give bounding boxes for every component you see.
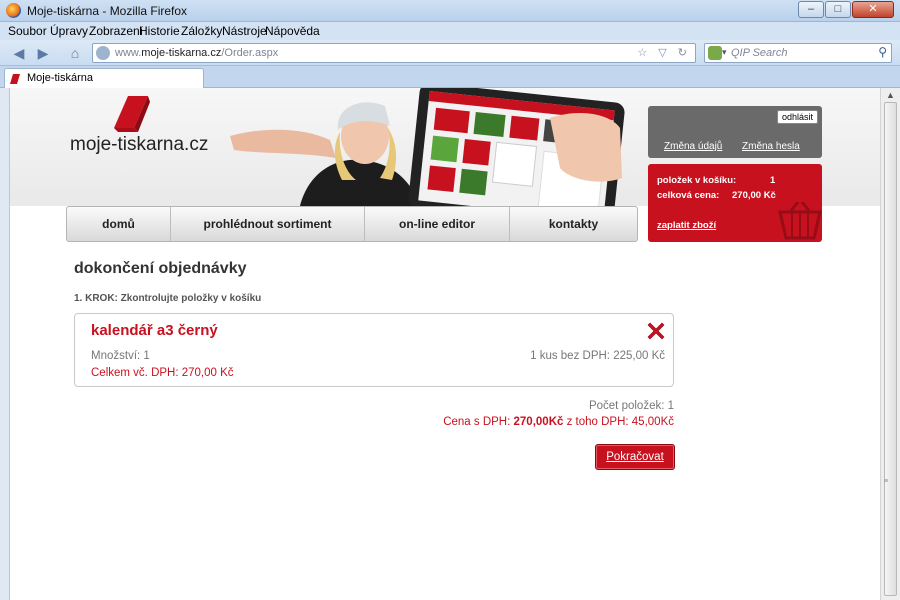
forward-arrow-icon[interactable]: ▶ — [32, 43, 54, 63]
site-favicon-icon — [10, 74, 20, 84]
tab-bar: Moje-tiskárna — [0, 66, 900, 88]
address-bar[interactable]: www.moje-tiskarna.cz/Order.aspx ☆ ▽ ↻ — [92, 43, 696, 63]
change-password-link[interactable]: Změna hesla — [742, 141, 800, 152]
summary-count: Počet položek: 1 — [588, 400, 674, 412]
nav-prohlednout-sortiment[interactable]: prohlédnout sortiment — [171, 207, 365, 241]
hero-banner-image — [230, 88, 625, 206]
logo-text[interactable]: moje-tiskarna.cz — [70, 134, 208, 156]
user-panel: odhlásit Změna údajů Změna hesla — [648, 106, 822, 158]
back-arrow-icon[interactable]: ◀ — [8, 43, 30, 63]
nav-kontakty[interactable]: kontakty — [510, 207, 637, 241]
menu-zobrazeni[interactable]: Zobrazení — [89, 24, 143, 38]
page-title: dokončení objednávky — [74, 260, 247, 277]
navigation-toolbar: ◀ ▶ ⌂ www.moje-tiskarna.cz/Order.aspx ☆ … — [0, 40, 900, 66]
pay-link[interactable]: zaplatit zboží — [657, 220, 716, 231]
cart-total-label: celková cena: — [657, 190, 720, 201]
change-details-link[interactable]: Změna údajů — [664, 141, 722, 152]
summary-price: Cena s DPH: 270,00Kč z toho DPH: 45,00Kč — [443, 416, 674, 428]
nav-domu[interactable]: domů — [67, 207, 171, 241]
menu-upravy[interactable]: Úpravy — [50, 24, 88, 38]
scroll-up-arrow-icon[interactable]: ▲ — [886, 90, 895, 100]
cart-panel: položek v košíku: 1 celková cena: 270,00… — [648, 164, 822, 242]
globe-icon — [96, 46, 110, 60]
tab-label: Moje-tiskárna — [27, 72, 94, 84]
basket-icon — [778, 202, 822, 240]
menu-napoveda[interactable]: Nápověda — [265, 24, 320, 38]
search-icon[interactable]: ⚲ — [878, 45, 887, 59]
cart-items-value: 1 — [770, 175, 776, 186]
item-unit-price: 1 kus bez DPH: 225,00 Kč — [530, 350, 665, 362]
firefox-icon — [6, 3, 21, 18]
scrollbar-grip-icon: ≡ — [884, 478, 889, 485]
search-box[interactable]: ▾ QIP Search ⚲ — [704, 43, 892, 63]
summary-price-value: 270,00Kč — [513, 416, 564, 428]
window-title: Moje-tiskárna - Mozilla Firefox — [27, 4, 188, 18]
search-engine-icon[interactable] — [708, 46, 722, 60]
tab-moje-tiskarna[interactable]: Moje-tiskárna — [4, 68, 204, 88]
logo-icon — [114, 96, 150, 132]
scrollbar-thumb[interactable] — [884, 102, 897, 596]
left-frame — [0, 88, 10, 600]
main-navigation: domů prohlédnout sortiment on-line edito… — [66, 206, 638, 242]
item-total: Celkem vč. DPH: 270,00 Kč — [91, 367, 234, 379]
logout-button[interactable]: odhlásit — [776, 110, 818, 124]
search-placeholder[interactable]: QIP Search — [731, 47, 787, 59]
item-quantity: Množství: 1 — [91, 350, 150, 362]
cart-items-label: položek v košíku: — [657, 175, 737, 186]
search-engine-dropdown-icon[interactable]: ▾ — [722, 47, 727, 58]
menu-bar: Soubor Úpravy Zobrazení Historie Záložky… — [0, 22, 900, 40]
close-button[interactable]: ✕ — [852, 1, 894, 18]
address-url[interactable]: www.moje-tiskarna.cz/Order.aspx — [115, 47, 278, 59]
summary-price-label: Cena s DPH: — [443, 416, 511, 428]
vertical-scrollbar[interactable]: ▲ ≡ — [880, 88, 900, 600]
window-controls: – □ ✕ — [797, 1, 894, 18]
nav-online-editor[interactable]: on-line editor — [365, 207, 510, 241]
order-item: kalendář a3 černý Množství: 1 1 kus bez … — [74, 313, 674, 387]
menu-zalozky[interactable]: Záložky — [181, 24, 222, 38]
product-name[interactable]: kalendář a3 černý — [91, 322, 218, 339]
maximize-button[interactable]: □ — [825, 1, 851, 18]
minimize-button[interactable]: – — [798, 1, 824, 18]
home-icon[interactable]: ⌂ — [64, 43, 86, 63]
step-label: 1. KROK: Zkontrolujte položky v košíku — [74, 293, 262, 304]
page-viewport: moje-tiskarna.cz domů prohlédnout sortim… — [10, 88, 880, 600]
remove-item-icon[interactable] — [647, 322, 665, 340]
menu-soubor[interactable]: Soubor — [8, 24, 47, 38]
window-titlebar: Moje-tiskárna - Mozilla Firefox – □ ✕ — [0, 0, 900, 22]
menu-nastroje[interactable]: Nástroje — [222, 24, 267, 38]
menu-historie[interactable]: Historie — [139, 24, 180, 38]
cart-total-value: 270,00 Kč — [732, 190, 776, 201]
address-action-icons[interactable]: ☆ ▽ ↻ — [637, 46, 691, 59]
continue-button[interactable]: Pokračovat — [595, 444, 675, 470]
summary-vat: z toho DPH: 45,00Kč — [566, 416, 674, 428]
